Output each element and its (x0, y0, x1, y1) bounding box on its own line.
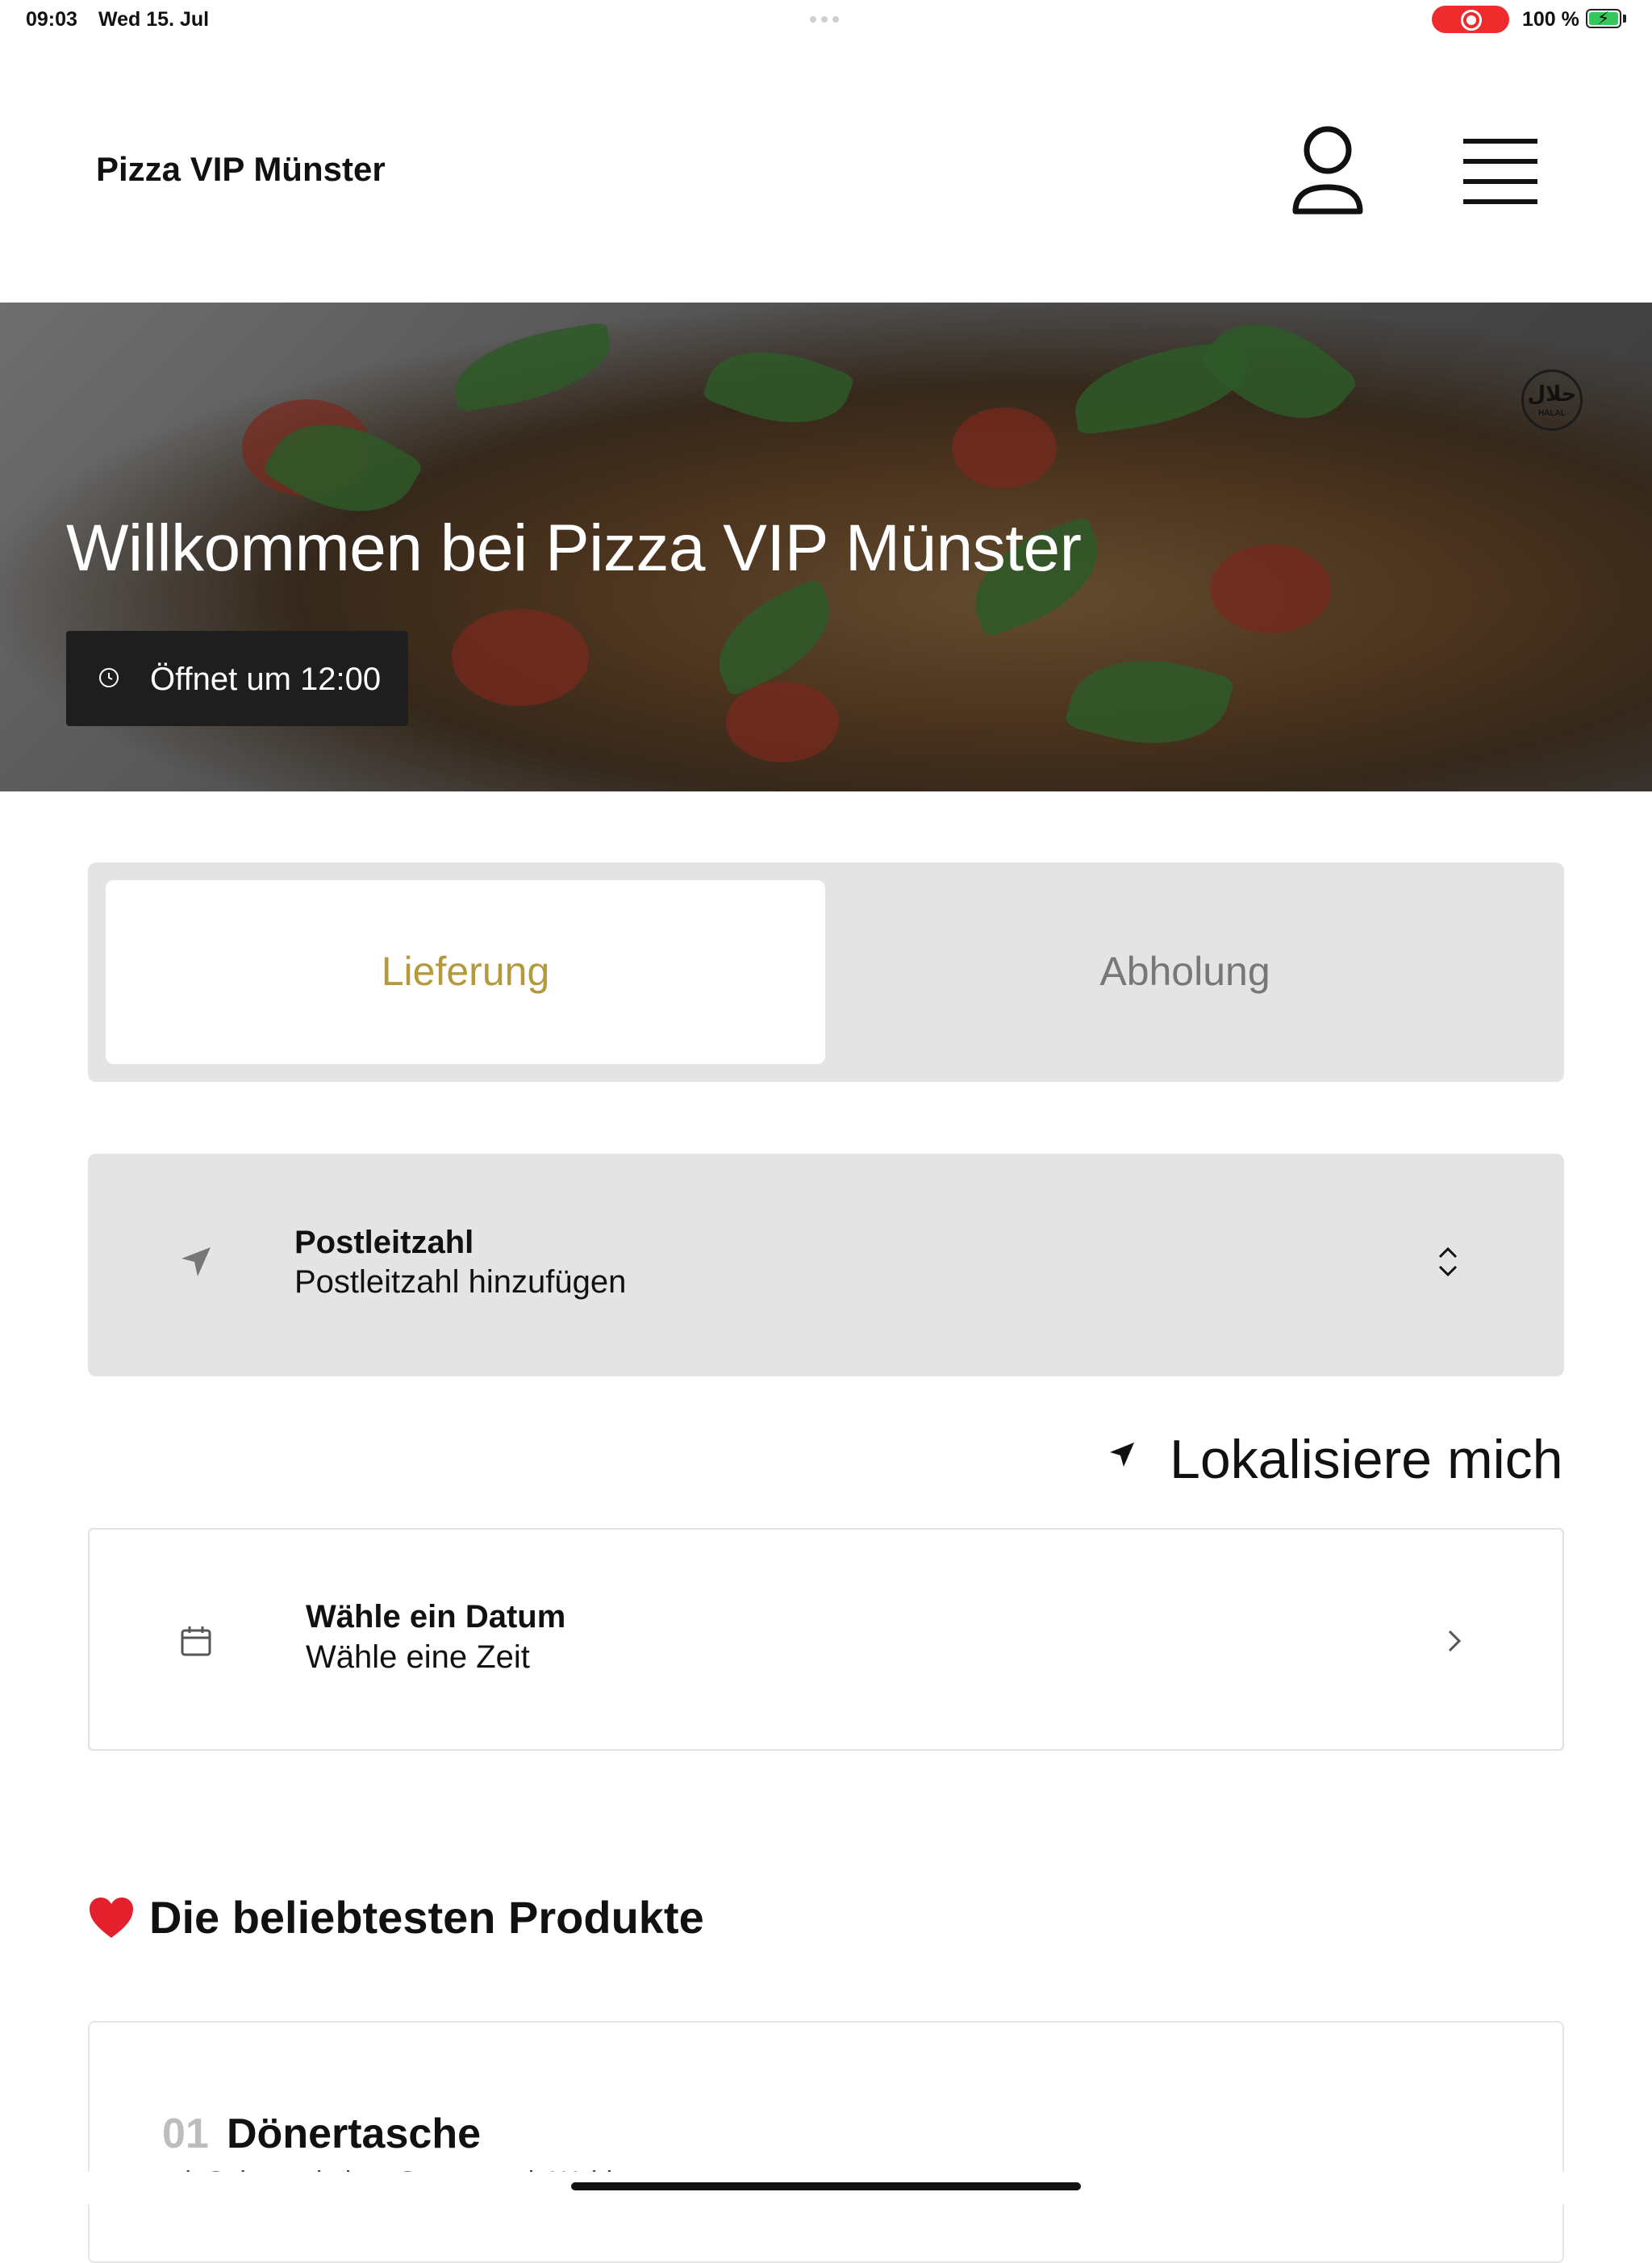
postal-code-value: Postleitzahl hinzufügen (294, 1264, 627, 1300)
multitasking-dots-icon[interactable] (810, 16, 842, 23)
locate-me-label: Lokalisiere mich (1170, 1429, 1563, 1490)
date-time-picker[interactable]: Wähle ein Datum Wähle eine Zeit (88, 1528, 1564, 1751)
user-icon (1292, 126, 1363, 215)
date-label: Wähle ein Datum (306, 1599, 566, 1635)
heart-icon (90, 1898, 133, 1938)
location-arrow-icon (181, 1247, 211, 1276)
chevron-right-icon (1448, 1630, 1462, 1652)
screen-recording-icon[interactable] (1432, 6, 1509, 33)
battery-charging-icon: ⚡ (1586, 9, 1621, 28)
hamburger-menu-button[interactable] (1458, 134, 1542, 207)
menu-line (1463, 139, 1537, 144)
halal-label: HALAL (1538, 409, 1566, 418)
locate-me-button[interactable]: Lokalisiere mich (1103, 1423, 1563, 1490)
popular-products-title: Die beliebtesten Produkte (149, 1892, 704, 1943)
calendar-icon (181, 1626, 211, 1656)
hero-title: Willkommen bei Pizza VIP Münster (66, 511, 1082, 585)
opening-hours-badge: Öffnet um 12:00 (66, 631, 408, 726)
product-number: 01 (162, 2111, 209, 2157)
time-value: Wähle eine Zeit (306, 1639, 530, 1675)
tab-pickup[interactable]: Abholung (825, 880, 1545, 1064)
tab-delivery[interactable]: Lieferung (106, 880, 825, 1064)
battery-cap (1623, 15, 1626, 23)
hero-banner: حلال HALAL Willkommen bei Pizza VIP Müns… (0, 303, 1652, 791)
battery-percent: 100 % (1522, 8, 1579, 31)
opening-hours-text: Öffnet um 12:00 (150, 662, 382, 697)
location-arrow-icon (1110, 1443, 1134, 1467)
home-indicator[interactable] (571, 2182, 1081, 2190)
status-date: Wed 15. Jul (98, 8, 210, 31)
tab-delivery-label: Lieferung (381, 949, 550, 994)
product-card[interactable]: 01 Dönertasche mit Salat und einer Sauce… (88, 2021, 1564, 2263)
status-bar: 09:03 Wed 15. Jul 100 % ⚡ (0, 0, 1652, 39)
postal-code-label: Postleitzahl (294, 1225, 474, 1260)
menu-line (1463, 159, 1537, 164)
halal-badge: حلال HALAL (1521, 370, 1583, 431)
menu-line (1463, 199, 1537, 204)
tab-pickup-label: Abholung (1099, 949, 1270, 994)
order-mode-toggle: Lieferung Abholung (88, 862, 1564, 1082)
brand-title[interactable]: Pizza VIP Münster (96, 150, 386, 189)
user-account-button[interactable] (1287, 123, 1368, 219)
menu-line (1463, 179, 1537, 184)
product-name: Dönertasche (227, 2111, 481, 2157)
popular-products-heading: Die beliebtesten Produkte (88, 1891, 704, 1944)
halal-script: حلال (1527, 382, 1577, 406)
clock-icon (99, 668, 119, 687)
postal-code-field[interactable]: Postleitzahl Postleitzahl hinzufügen (88, 1154, 1564, 1376)
status-time: 09:03 (26, 8, 77, 31)
chevron-up-down-icon (1438, 1246, 1458, 1277)
